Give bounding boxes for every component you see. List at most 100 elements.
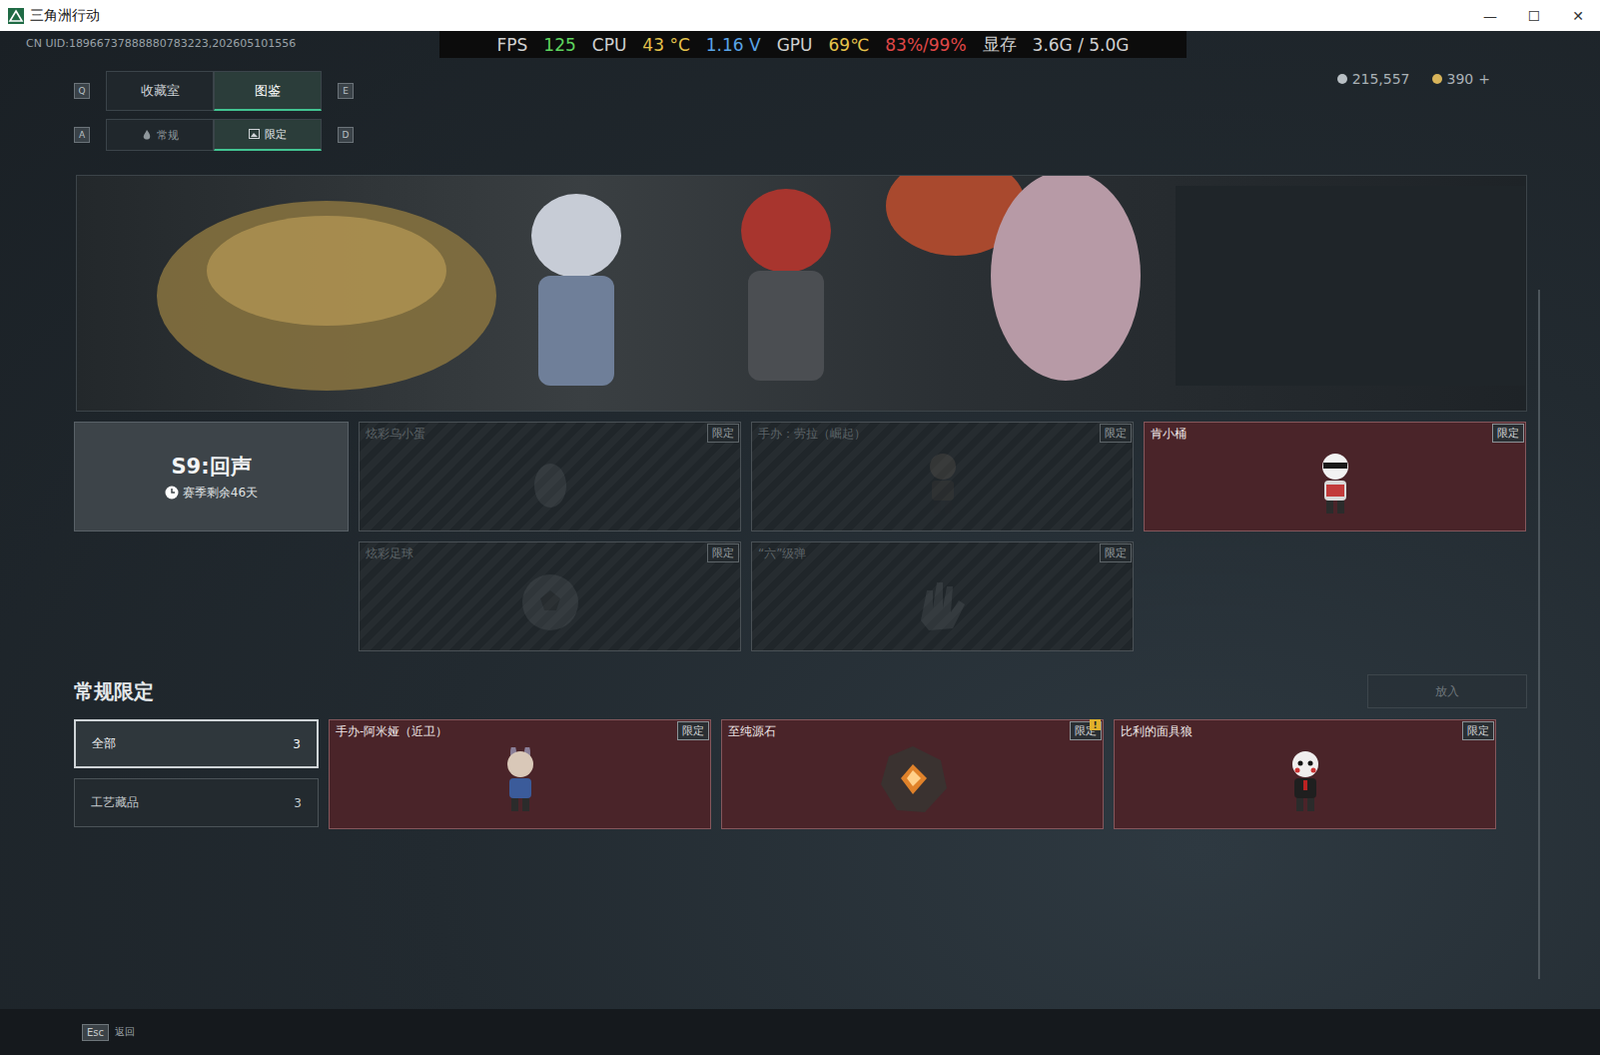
section-title: 常规限定 (73, 678, 154, 706)
section-header: 常规限定 放入 (73, 673, 1528, 710)
collection-screen: FPS 125 CPU 43 °C 1.16 V GPU 69℃ 83%/99% 显存 3.6G … (0, 30, 1600, 1055)
scrollbar[interactable] (1538, 289, 1541, 979)
overlay-stat: 125 (543, 34, 576, 55)
season-title: S9:回声 (170, 452, 251, 481)
overlay-stat: 43 °C (642, 34, 690, 55)
limited-badge: 限定 (1462, 721, 1495, 741)
tab[interactable]: 图鉴 (213, 70, 322, 111)
football-icon (518, 570, 583, 635)
flame-icon (141, 128, 152, 141)
collectible-name: 肯小桶 (1150, 425, 1187, 443)
collectible-card[interactable]: 比利的面具狼 限定 (1113, 719, 1497, 829)
subtab-row: A常规限定D (73, 118, 354, 151)
app-logo-icon (7, 7, 24, 24)
originium-gem-icon (876, 744, 949, 816)
notice-badge: ! (1089, 719, 1101, 731)
esc-key-hint[interactable]: Esc (81, 1023, 109, 1041)
season-card: S9:回声赛季剩余46天 (73, 421, 349, 532)
limited-badge: 限定 (1099, 423, 1132, 443)
filter-count: 3 (293, 796, 302, 810)
collectible-card[interactable]: 至纯源石限定! (721, 719, 1104, 829)
collectible-name: 手办-阿米娅（近卫） (335, 723, 448, 741)
close-button[interactable]: ✕ (1556, 7, 1600, 24)
remaining-text: 赛季剩余46天 (182, 484, 258, 502)
regular-collection: 全部3工艺藏品3手办-阿米娅（近卫）限定至纯源石限定!比利的面具狼限定 (73, 719, 1528, 829)
collectible-card[interactable]: 手办：劳拉（崛起） 限定 (751, 421, 1134, 532)
currency-item: 215,557 (1337, 70, 1411, 87)
limited-badge: 限定 (707, 423, 740, 443)
bunny-figurine-icon (498, 747, 543, 813)
bucket-figurine-icon (1313, 449, 1358, 516)
limited-badge: 限定 (707, 543, 740, 563)
limited-badge: 限定 (1099, 543, 1132, 563)
window-controls: —☐✕ (1468, 7, 1600, 24)
collectible-card[interactable]: 手办-阿米娅（近卫） 限定 (328, 719, 712, 829)
filter-item[interactable]: 工艺藏品 3 (73, 778, 319, 827)
picture-icon (248, 128, 260, 140)
overlay-stat: 83%/99% (884, 34, 966, 55)
season-collection-grid: S9:回声赛季剩余46天炫彩乌小蛋限定手办：劳拉（崛起）限定肯小桶限定炫彩足球限… (73, 421, 1528, 652)
filter-count: 3 (292, 737, 301, 752)
coin-icon (1432, 73, 1443, 84)
back-label[interactable]: 返回 (114, 1024, 135, 1039)
season-remaining: 赛季剩余46天 (164, 484, 258, 502)
prev-key-hint: A (73, 126, 90, 143)
collectible-name: 比利的面具狼 (1120, 723, 1193, 741)
title-bar: 三角洲行动—☐✕ (0, 0, 1600, 31)
figurine-icon (920, 449, 965, 516)
collectible-card[interactable]: 肯小桶 限定 (1143, 421, 1527, 532)
overlay-stat: 1.16 V (706, 34, 762, 55)
collectible-name: 炫彩乌小蛋 (365, 425, 426, 443)
next-key-hint: E (337, 82, 354, 99)
subtabs: 常规 限定 (105, 118, 322, 151)
performance-overlay: FPS 125 CPU 43 °C 1.16 V GPU 69℃ 83%/99% 显存 3.6G … (439, 30, 1187, 58)
overlay-stat: 69℃ (828, 34, 870, 55)
clock-icon (164, 485, 179, 500)
collectible-name: 炫彩足球 (365, 545, 414, 563)
minimize-button[interactable]: — (1468, 7, 1513, 24)
header: Q收藏室图鉴EA常规限定D215,557390+ (0, 52, 1600, 151)
collectible-card[interactable]: 炫彩足球 限定 (358, 541, 742, 652)
tab-label: 图鉴 (254, 81, 281, 100)
footer-bar: Esc 返回 (0, 1008, 1600, 1055)
limited-badge: 限定 (677, 721, 710, 741)
collectible-name: 手办：劳拉（崛起） (758, 425, 866, 443)
tab-area: Q收藏室图鉴EA常规限定D (73, 70, 354, 151)
coin-icon (1337, 73, 1348, 84)
filter-list: 全部 3 工艺藏品 3 (73, 719, 319, 829)
collectible-name: 至纯源石 (728, 723, 777, 741)
overlay-stat: 显存 (982, 32, 1017, 56)
overlay-stat: 3.6G / 5.0G (1032, 34, 1130, 55)
subtab[interactable]: 常规 (105, 118, 214, 151)
filter-item[interactable]: 全部 3 (73, 719, 319, 769)
currency-bar: 215,557 390+ (1337, 70, 1491, 87)
collectible-card[interactable]: “六”级弹 限定 (751, 541, 1134, 652)
tab-label: 常规 (156, 127, 179, 143)
currency-amount: 215,557 (1352, 70, 1411, 87)
currency-amount: 390 (1447, 70, 1475, 87)
tab-row: Q 收藏室 图鉴 E (73, 70, 354, 111)
spacer (0, 828, 1600, 1009)
filter-label: 工艺藏品 (90, 794, 139, 811)
mask-figurine-icon (1283, 747, 1328, 813)
currency-item[interactable]: 390+ (1432, 70, 1491, 87)
limited-badge: 限定 (1492, 423, 1525, 443)
collectible-card[interactable]: 炫彩乌小蛋 限定 (358, 421, 742, 532)
tab-label: 收藏室 (140, 81, 180, 100)
maximize-button[interactable]: ☐ (1512, 7, 1557, 24)
tabs: 收藏室 图鉴 (105, 70, 322, 111)
tab[interactable]: 收藏室 (105, 70, 214, 111)
put-in-button[interactable]: 放入 (1367, 674, 1528, 709)
overlay-stat: GPU (777, 34, 813, 55)
window-title: 三角洲行动 (29, 6, 1469, 25)
filter-label: 全部 (91, 735, 116, 753)
overlay-stat: CPU (592, 34, 628, 55)
collectible-name: “六”级弹 (758, 545, 806, 563)
add-currency-button[interactable]: + (1478, 70, 1491, 87)
hand-icon (910, 570, 975, 635)
overlay-stat: FPS (496, 34, 528, 55)
season-banner-image (75, 174, 1528, 412)
prev-key-hint: Q (73, 82, 90, 99)
subtab[interactable]: 限定 (213, 118, 322, 151)
egg-icon (528, 449, 573, 516)
